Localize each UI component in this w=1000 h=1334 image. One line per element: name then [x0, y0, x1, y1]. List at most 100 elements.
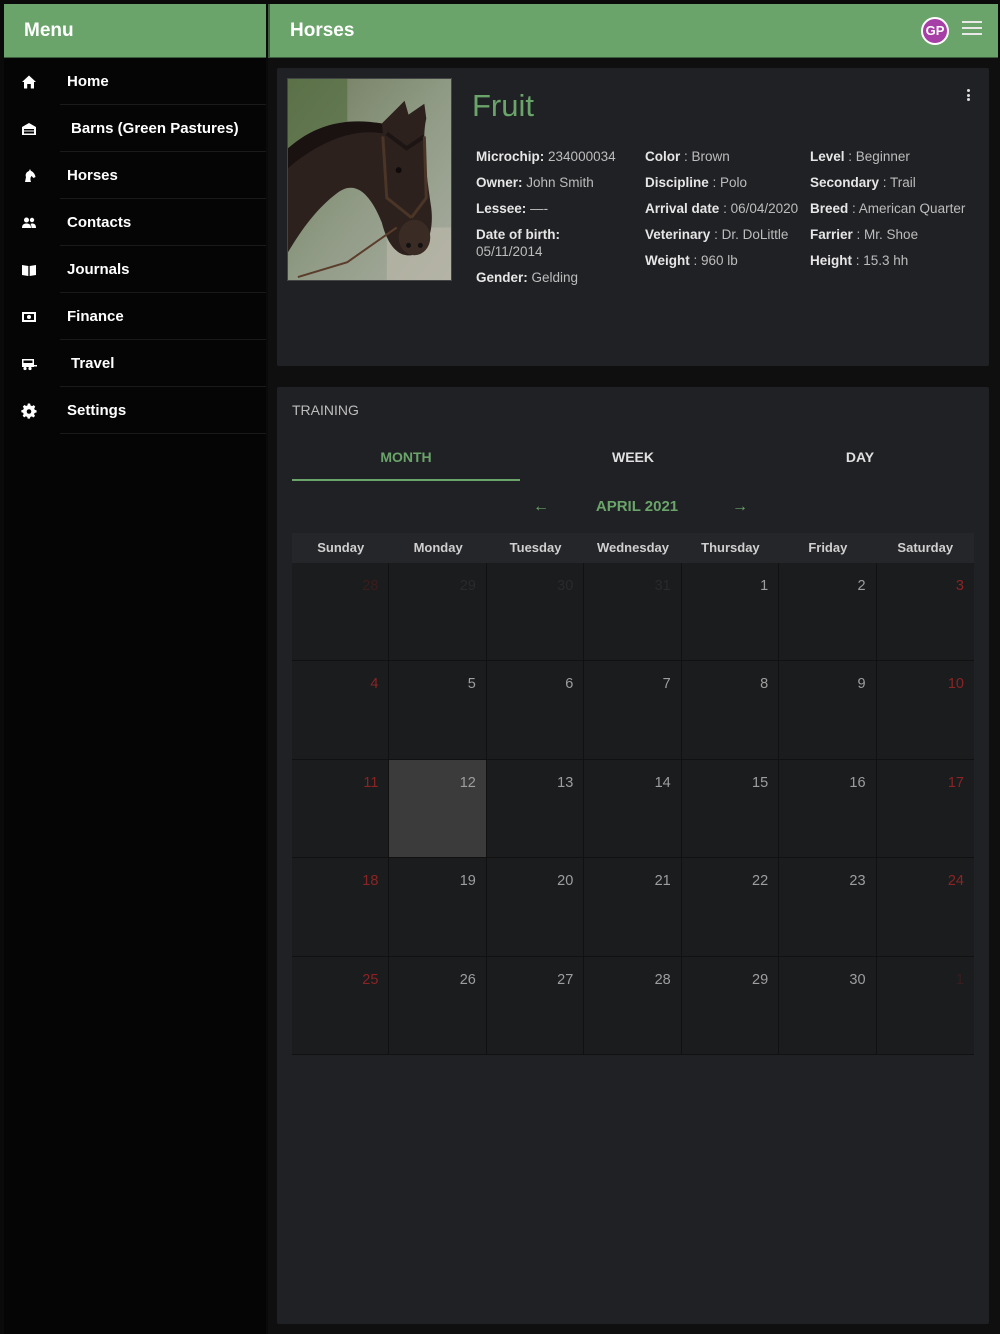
calendar-day[interactable]: 31: [584, 563, 682, 662]
day-number: 20: [557, 873, 574, 890]
tab-week[interactable]: WEEK: [519, 437, 747, 481]
calendar-day[interactable]: 21: [584, 858, 682, 957]
sidebar-item-contacts[interactable]: Contacts: [4, 199, 266, 246]
info-height: Height : 15.3 hh: [810, 253, 909, 268]
calendar-day[interactable]: 5: [389, 661, 487, 760]
sidebar-item-finance[interactable]: Finance: [4, 293, 266, 340]
day-number: 15: [752, 774, 769, 791]
main-content: Fruit Microchip: 234000034 Owner: John S…: [268, 58, 1000, 1334]
sidebar-item-label: Barns (Green Pastures): [71, 120, 239, 137]
tab-day[interactable]: DAY: [746, 437, 974, 481]
calendar-day[interactable]: 20: [486, 858, 585, 957]
sidebar-item-settings[interactable]: Settings: [4, 387, 266, 434]
hamburger-menu-icon[interactable]: [962, 21, 982, 41]
info-color: Color : Brown: [645, 149, 730, 164]
day-number: 1: [955, 971, 964, 988]
day-number: 2: [857, 578, 866, 594]
calendar-day[interactable]: 14: [584, 759, 682, 859]
info-weight: Weight : 960 lb: [645, 253, 738, 268]
calendar-day[interactable]: 11: [292, 759, 390, 859]
day-number: 1: [760, 578, 769, 594]
calendar-day[interactable]: 16: [779, 759, 877, 859]
day-number: 24: [947, 873, 964, 890]
calendar-day[interactable]: 26: [389, 956, 487, 1055]
info-gender: Gender: Gelding: [476, 270, 579, 285]
info-secondary: Secondary : Trail: [810, 175, 916, 190]
horse-photo: [287, 78, 452, 281]
month-label: APRIL 2021: [595, 498, 679, 515]
calendar-grid: 28 29 30 31 1 2 3 4 5 6 7 8 9 10 11 12 13 14 15 16 17 18 19 20 2…: [292, 563, 974, 1055]
weekday-label: Sunday: [317, 540, 365, 555]
sidebar-item-barns[interactable]: Barns (Green Pastures): [4, 105, 266, 152]
month-navigation: ← APRIL 2021 →: [277, 495, 989, 519]
sidebar-item-horses[interactable]: Horses: [4, 152, 266, 199]
more-options-icon[interactable]: [963, 86, 973, 104]
calendar-day[interactable]: 6: [486, 661, 585, 760]
page-title: Horses: [290, 20, 355, 41]
training-heading: TRAINING: [292, 402, 359, 418]
day-number: 29: [752, 971, 769, 988]
calendar-day[interactable]: 13: [486, 759, 585, 859]
calendar-day[interactable]: 19: [389, 858, 487, 957]
sidebar-item-label: Home: [67, 73, 109, 90]
month-calendar: Sunday Monday Tuesday Wednesday Thursday…: [292, 533, 974, 1055]
horse-profile-card: Fruit Microchip: 234000034 Owner: John S…: [277, 68, 989, 366]
info-lessee: Lessee: —-: [476, 201, 549, 216]
day-number: 30: [557, 578, 574, 594]
calendar-day[interactable]: 30: [486, 563, 585, 662]
calendar-day[interactable]: 10: [876, 661, 974, 760]
previous-month-arrow-icon[interactable]: ←: [531, 495, 551, 519]
calendar-day[interactable]: 28: [584, 956, 682, 1055]
sidebar-item-label: Journals: [67, 261, 130, 278]
day-number: 8: [760, 676, 769, 693]
calendar-day[interactable]: 7: [584, 661, 682, 760]
info-arrival-date: Arrival date : 06/04/2020: [645, 201, 799, 216]
calendar-day[interactable]: 25: [292, 956, 390, 1055]
sidebar-item-travel[interactable]: Travel: [4, 340, 266, 387]
calendar-day[interactable]: 15: [681, 759, 780, 859]
calendar-day[interactable]: 8: [681, 661, 780, 760]
day-number: 16: [849, 774, 866, 791]
info-breed: Breed : American Quarter: [810, 201, 966, 216]
calendar-day[interactable]: 4: [292, 661, 390, 760]
calendar-day[interactable]: 29: [681, 956, 780, 1055]
app-bar: Horses GP: [268, 4, 998, 58]
calendar-day[interactable]: 3: [876, 563, 974, 662]
calendar-day[interactable]: 30: [779, 956, 877, 1055]
day-number: 27: [557, 971, 574, 988]
day-number: 14: [654, 774, 671, 791]
calendar-day[interactable]: 1: [681, 563, 780, 662]
day-number: 4: [370, 676, 379, 693]
day-number: 11: [363, 774, 379, 791]
day-number: 26: [459, 971, 476, 988]
day-number: 12: [459, 774, 476, 791]
calendar-day[interactable]: 24: [876, 858, 974, 957]
sidebar-item-home[interactable]: Home: [4, 58, 266, 105]
calendar-day[interactable]: 17: [876, 760, 974, 859]
sidebar-item-label: Finance: [67, 308, 124, 325]
calendar-day[interactable]: 29: [389, 563, 487, 662]
weekday-label: Tuesday: [509, 540, 562, 555]
calendar-day[interactable]: 23: [779, 858, 877, 957]
calendar-day[interactable]: 27: [486, 956, 585, 1055]
calendar-day[interactable]: 18: [292, 858, 390, 957]
calendar-day[interactable]: 9: [779, 661, 877, 760]
calendar-day[interactable]: 2: [779, 563, 877, 662]
day-number: 5: [467, 676, 476, 693]
sidebar-item-journals[interactable]: Journals: [4, 246, 266, 293]
calendar-day[interactable]: 28: [292, 563, 390, 662]
calendar-day[interactable]: 1: [876, 957, 974, 1055]
sidebar-item-label: Travel: [71, 355, 115, 372]
day-number: 17: [947, 774, 964, 791]
weekday-label: Monday: [413, 540, 463, 555]
info-discipline: Discipline : Polo: [645, 175, 748, 190]
day-number: 31: [654, 578, 671, 594]
tab-month[interactable]: MONTH: [292, 437, 520, 481]
calendar-day[interactable]: 22: [681, 858, 780, 957]
calendar-day-today[interactable]: 12: [389, 759, 487, 859]
next-month-arrow-icon[interactable]: →: [730, 495, 750, 519]
weekday-label: Saturday: [897, 540, 954, 555]
day-number: 18: [362, 873, 379, 890]
avatar[interactable]: GP: [921, 17, 949, 45]
sidebar: Menu Home Barns (Green Pastures) Horses …: [4, 4, 266, 1334]
